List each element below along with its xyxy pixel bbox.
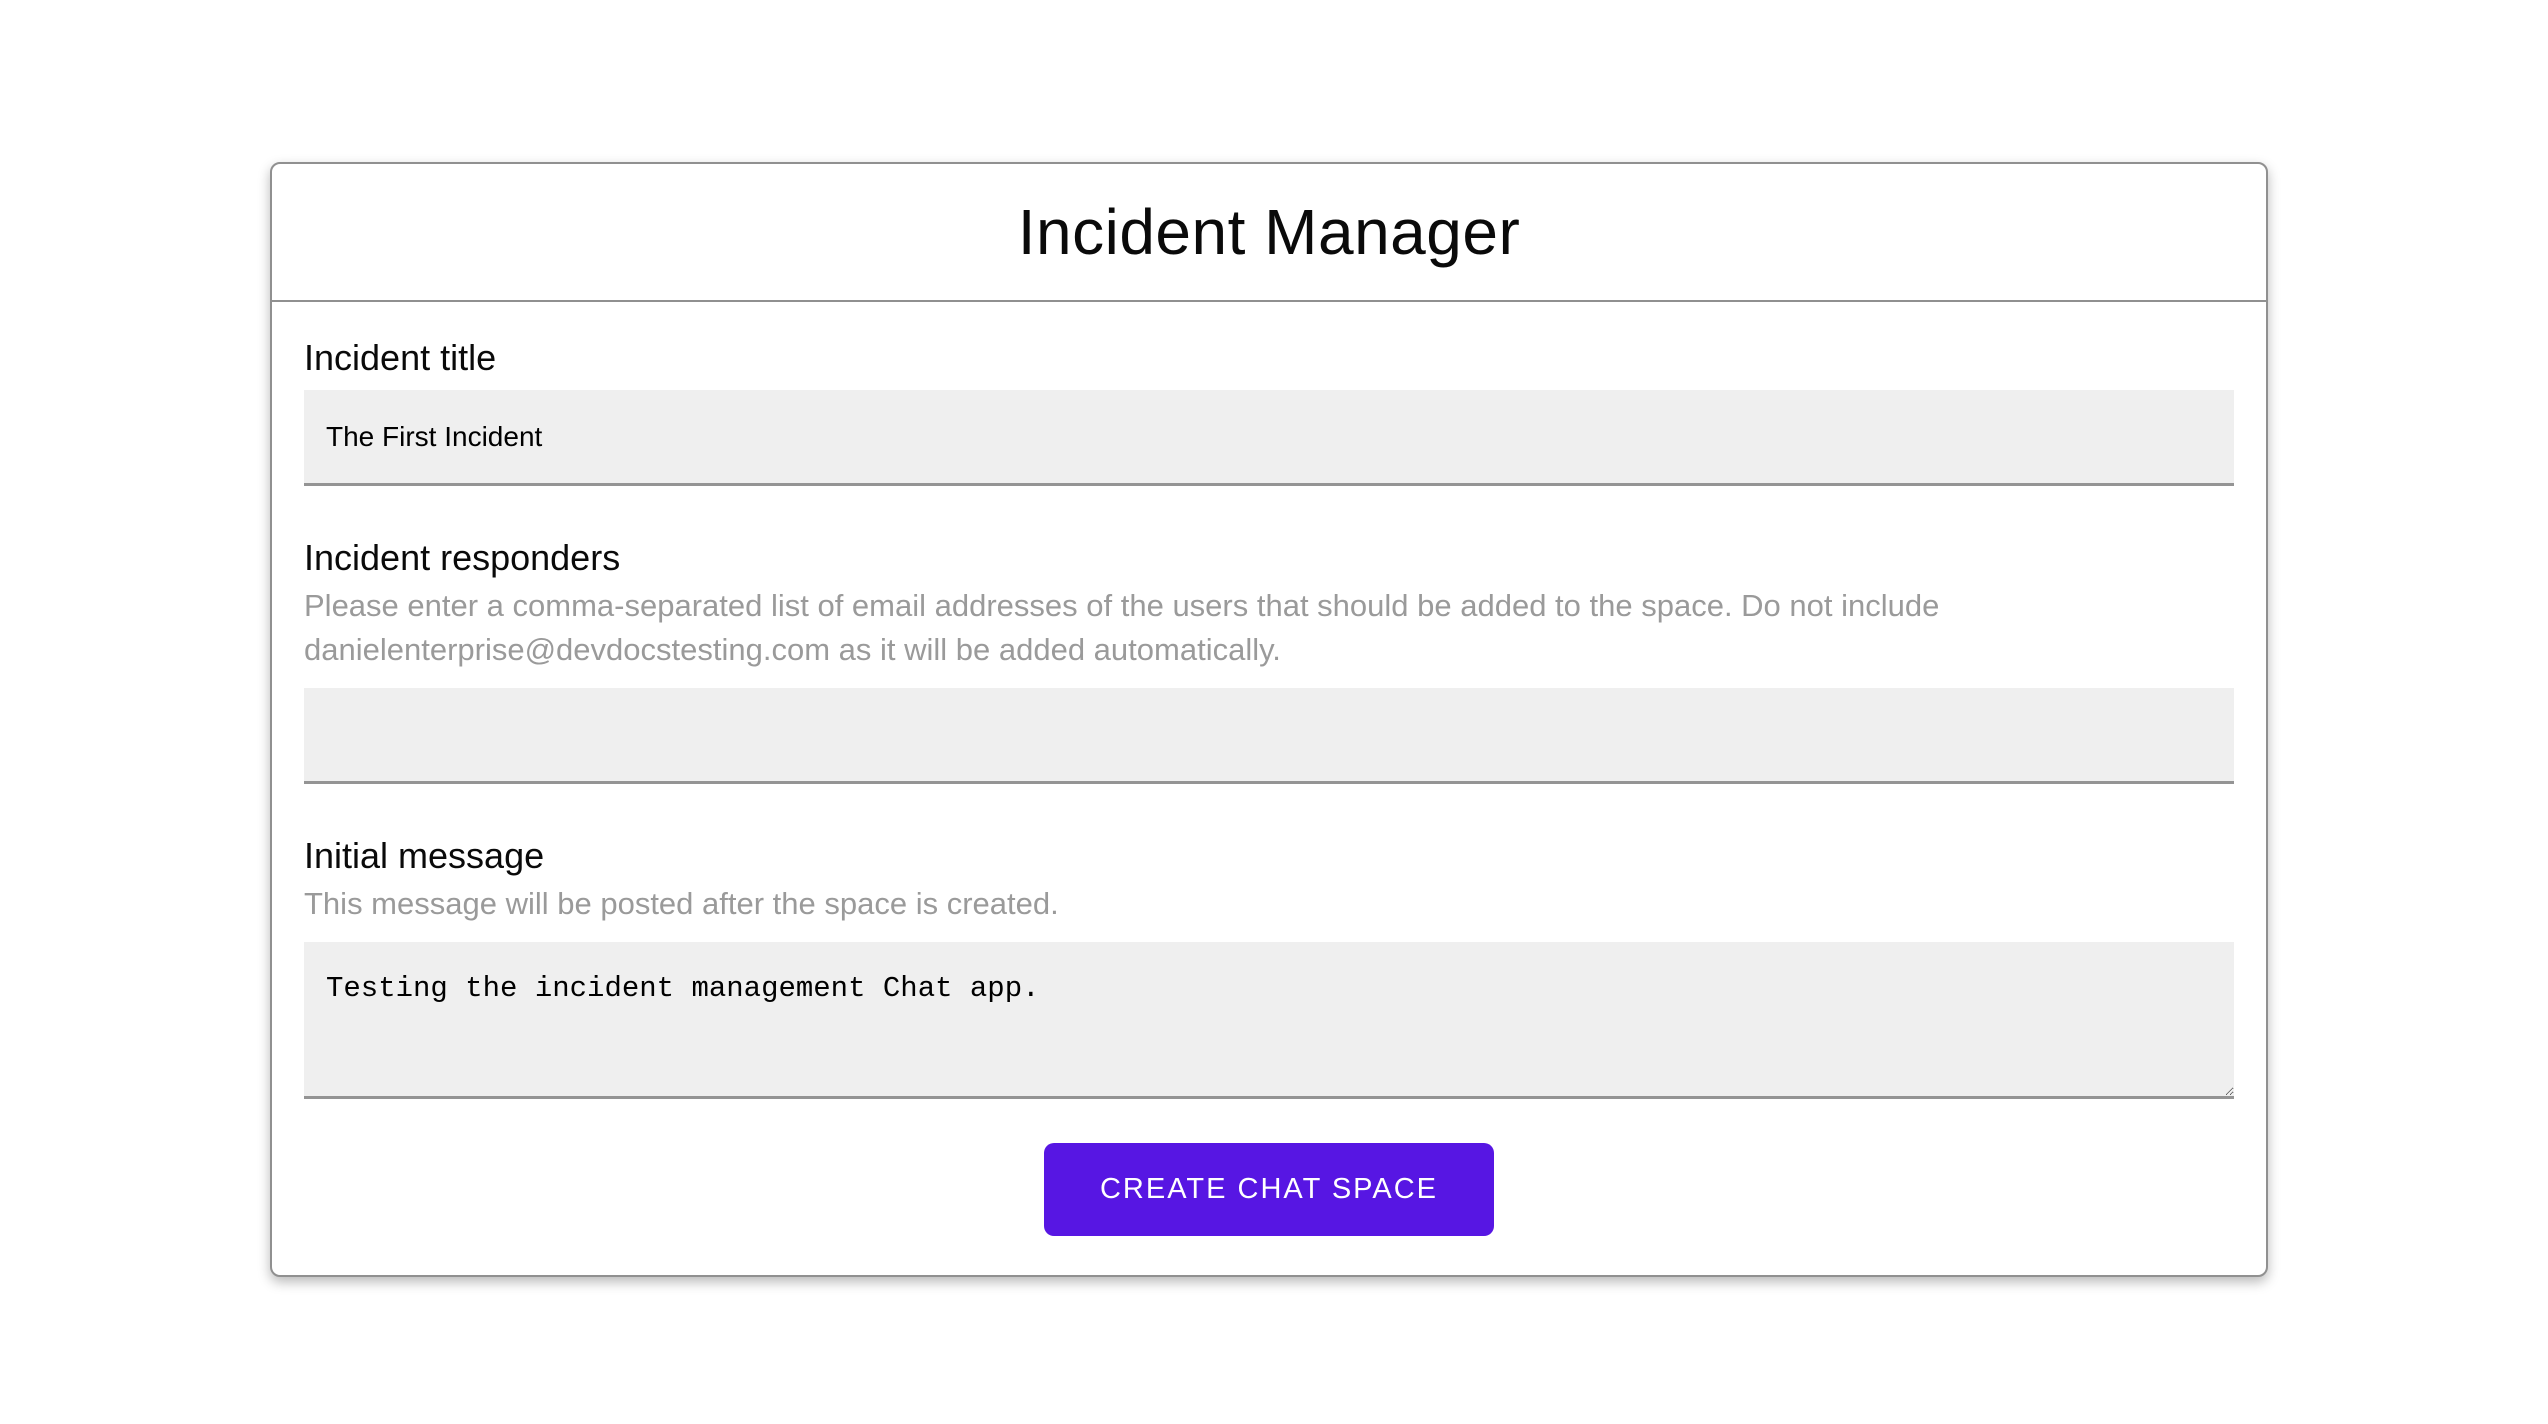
incident-responders-helper: Please enter a comma-separated list of e… (304, 588, 1940, 667)
initial-message-textarea[interactable]: Testing the incident management Chat app… (304, 942, 2234, 1099)
incident-title-input[interactable] (304, 390, 2234, 486)
button-row: CREATE CHAT SPACE (304, 1143, 2234, 1236)
incident-responders-label: Incident responders (304, 537, 621, 578)
incident-responders-section: Incident responders Please enter a comma… (304, 538, 2234, 784)
incident-manager-card: Incident Manager Incident title Incident… (270, 162, 2268, 1277)
incident-title-section: Incident title (304, 338, 2234, 486)
initial-message-label: Initial message (304, 835, 545, 876)
create-chat-space-button[interactable]: CREATE CHAT SPACE (1044, 1143, 1494, 1236)
page-title: Incident Manager (1017, 196, 1521, 268)
form: Incident title Incident responders Pleas… (272, 302, 2266, 1236)
incident-title-label: Incident title (304, 337, 497, 378)
card-header: Incident Manager (272, 164, 2266, 302)
incident-responders-input[interactable] (304, 688, 2234, 784)
initial-message-section: Initial message This message will be pos… (304, 836, 2234, 1099)
initial-message-helper: This message will be posted after the sp… (304, 886, 1059, 921)
